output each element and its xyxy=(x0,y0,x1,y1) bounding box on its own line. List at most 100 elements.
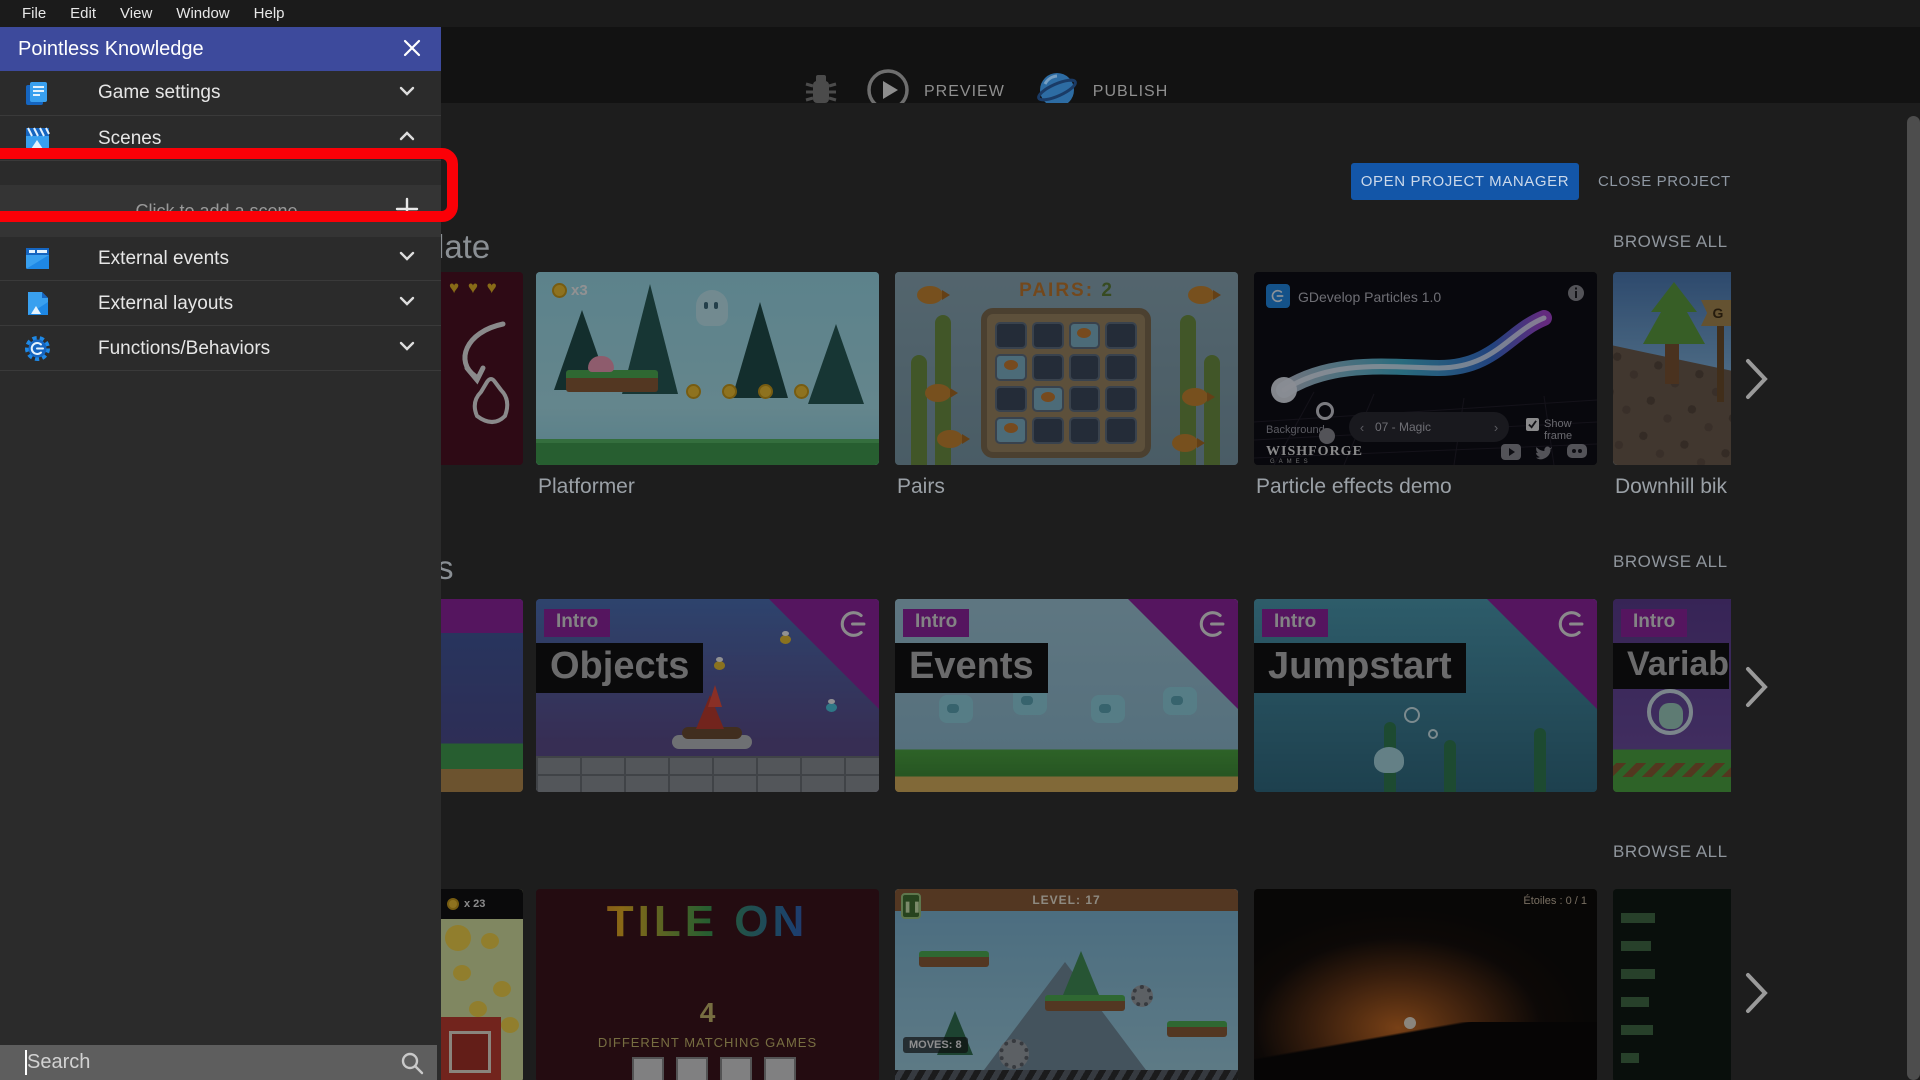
coin-icon xyxy=(686,384,701,399)
coin-icon xyxy=(722,384,737,399)
coin-count-label: x3 xyxy=(571,282,588,299)
discord-icon xyxy=(1567,444,1587,460)
row2-next-chevron-icon[interactable] xyxy=(1738,660,1774,716)
card-sunset[interactable]: Étoiles : 0 / 1 xyxy=(1254,889,1597,1080)
search-icon xyxy=(399,1050,425,1080)
intro-tag: Intro xyxy=(1262,609,1328,637)
bee xyxy=(780,635,791,644)
stars-label: Étoiles : 0 / 1 xyxy=(1523,895,1587,907)
seaweed xyxy=(1444,740,1456,792)
sidebar-item-label: Scenes xyxy=(98,128,395,150)
seaweed xyxy=(1534,728,1546,792)
menu-help[interactable]: Help xyxy=(242,0,297,27)
card-intro-objects[interactable]: Intro Objects xyxy=(536,599,879,792)
fire xyxy=(708,685,722,707)
search-box xyxy=(0,1045,437,1080)
sidebar-item-label: External layouts xyxy=(98,293,395,315)
coin-counter: x3 xyxy=(552,282,588,299)
chick xyxy=(453,965,471,981)
external-events-icon xyxy=(24,245,51,272)
coin-icon xyxy=(758,384,773,399)
card-intro-events[interactable]: Intro Events xyxy=(895,599,1238,792)
card-terminal-partial[interactable] xyxy=(1613,889,1731,1080)
platform xyxy=(566,370,658,392)
background-label: Background xyxy=(1266,424,1325,436)
tileon-subtitle: DIFFERENT MATCHING GAMES xyxy=(536,1035,879,1050)
hearts-icon: ♥ ♥ ♥ xyxy=(449,278,499,298)
tree-trunk xyxy=(1665,344,1679,384)
chevron-down-icon xyxy=(395,79,419,108)
open-project-manager-button[interactable]: OPEN PROJECT MANAGER xyxy=(1351,163,1579,200)
card-downhill-bike[interactable]: G xyxy=(1613,272,1731,465)
card-intro-variables[interactable]: +1 Intro Variab xyxy=(1613,599,1731,792)
browse-all-games[interactable]: BROWSE ALL xyxy=(1613,842,1733,862)
card-pairs[interactable]: PAIRS: 2 xyxy=(895,272,1238,465)
add-scene-row[interactable]: Click to add a scene xyxy=(0,185,441,237)
card-platformer[interactable]: x3 xyxy=(536,272,879,465)
ground xyxy=(536,439,879,465)
close-icon[interactable] xyxy=(397,33,427,66)
social-icons xyxy=(1501,444,1587,460)
pause-icon: ❚❚ xyxy=(901,893,921,919)
show-frame-label: Show frame xyxy=(1544,418,1597,442)
sidebar-item-scenes[interactable]: Scenes xyxy=(0,117,441,161)
browse-all-templates[interactable]: BROWSE ALL xyxy=(1613,232,1733,252)
menu-view[interactable]: View xyxy=(108,0,164,27)
game-settings-icon xyxy=(24,80,51,107)
chevron-down-icon xyxy=(395,334,419,363)
publish-button[interactable]: PUBLISH xyxy=(1093,83,1168,101)
hand-sketch-icon xyxy=(445,318,519,443)
sidebar-item-external-events[interactable]: External events xyxy=(0,237,441,281)
coin-icon xyxy=(552,283,567,298)
brick-wall xyxy=(536,756,879,792)
sidebar-item-functions-behaviors[interactable]: Functions/Behaviors xyxy=(0,327,441,371)
row3-next-chevron-icon[interactable] xyxy=(1738,966,1774,1022)
moves-label: MOVES: 8 xyxy=(903,1037,968,1053)
search-input[interactable] xyxy=(0,1045,437,1080)
bee xyxy=(714,661,725,670)
bubble xyxy=(1404,707,1420,723)
tree-icon xyxy=(1063,951,1099,995)
platform xyxy=(919,951,989,967)
menu-window[interactable]: Window xyxy=(164,0,241,27)
ghost-enemy xyxy=(696,290,728,326)
functions-behaviors-icon xyxy=(24,335,51,362)
tree-icon xyxy=(732,302,788,398)
card-level-platformer[interactable]: LEVEL: 17 ❚❚ MOVES: 8 xyxy=(895,889,1238,1080)
row1-next-chevron-icon[interactable] xyxy=(1738,352,1774,408)
intro-name: Jumpstart xyxy=(1254,643,1466,693)
chevron-down-icon xyxy=(395,244,419,273)
close-project-button[interactable]: CLOSE PROJECT xyxy=(1598,163,1733,200)
fish xyxy=(937,430,963,448)
menu-edit[interactable]: Edit xyxy=(58,0,108,27)
fish xyxy=(1172,434,1198,452)
dark-ground xyxy=(1254,1022,1597,1080)
bubble xyxy=(1428,729,1438,739)
character xyxy=(1404,1017,1416,1029)
intro-name: Objects xyxy=(536,643,703,693)
menu-file[interactable]: File xyxy=(10,0,58,27)
sidebar-item-game-settings[interactable]: Game settings xyxy=(0,71,441,116)
ground-zigzag xyxy=(1613,763,1731,777)
platform xyxy=(1167,1021,1227,1037)
intro-name: Events xyxy=(895,643,1048,693)
card-chicken-partial[interactable]: x 23 xyxy=(441,889,523,1080)
card-tile-on[interactable]: TILE ON 4 DIFFERENT MATCHING GAMES xyxy=(536,889,879,1080)
background-swatch-outline xyxy=(1316,402,1334,420)
sidebar-item-label: Game settings xyxy=(98,82,395,104)
fish xyxy=(1374,747,1404,773)
scrollbar-thumb[interactable] xyxy=(1907,116,1920,1080)
tileon-previews xyxy=(632,1057,796,1080)
sidebar-item-external-layouts[interactable]: External layouts xyxy=(0,282,441,326)
card-particle-demo[interactable]: GDevelop Particles 1.0 Background ‹ 07 -… xyxy=(1254,272,1597,465)
card-intro-partial[interactable] xyxy=(441,599,523,792)
preview-button[interactable]: PREVIEW xyxy=(924,83,1005,101)
wishforge-logo: WISHFORGE xyxy=(1266,444,1363,460)
pairs-label: PAIRS: xyxy=(1019,280,1094,301)
card-tutorial-partial[interactable]: ♥ ♥ ♥ xyxy=(441,272,523,465)
sign-post xyxy=(1717,322,1724,402)
twitter-icon xyxy=(1535,445,1553,460)
browse-all-examples[interactable]: BROWSE ALL xyxy=(1613,552,1733,572)
card-intro-jumpstart[interactable]: Intro Jumpstart xyxy=(1254,599,1597,792)
chick xyxy=(469,1001,487,1017)
